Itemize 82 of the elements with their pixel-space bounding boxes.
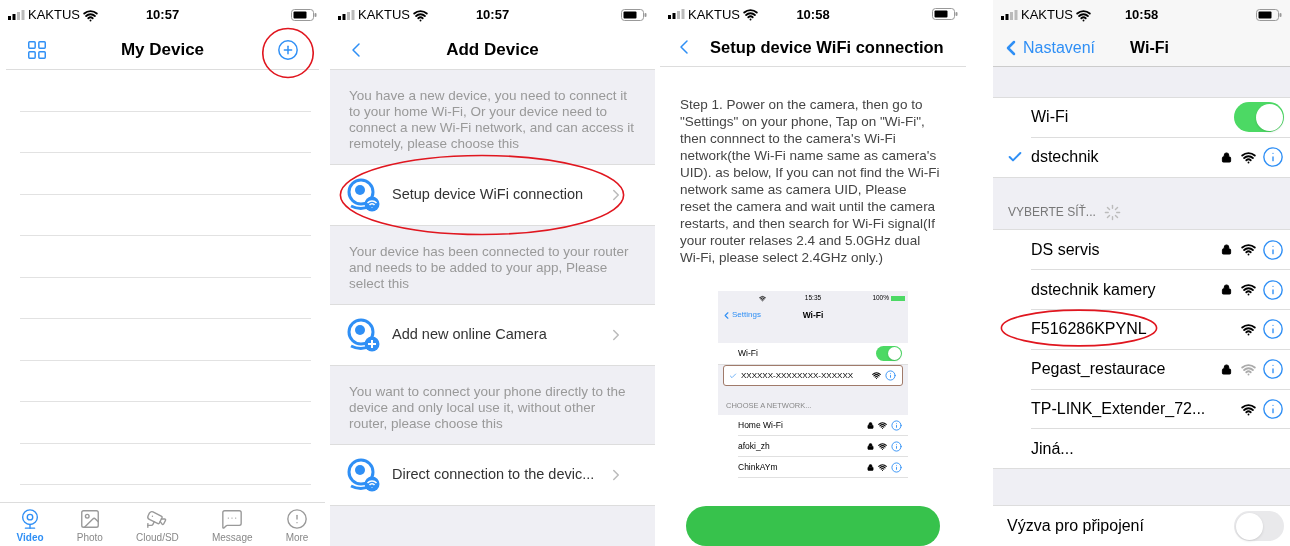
tab-bar-item[interactable]: Cloud/SD xyxy=(136,508,179,545)
network-name[interactable]: F516286KPYNL xyxy=(1031,320,1147,338)
toggle-label: Wi-Fi xyxy=(1031,107,1069,128)
option-row[interactable]: Add new online Camera xyxy=(330,305,655,366)
screen-title: My Device xyxy=(120,38,205,61)
signal-icon xyxy=(8,10,25,20)
info-icon[interactable] xyxy=(891,419,902,431)
signal-icon xyxy=(668,9,685,20)
wifi-icon xyxy=(83,7,98,23)
info-icon[interactable] xyxy=(1262,278,1284,301)
status-time: 10:58 xyxy=(796,5,830,24)
network-name[interactable]: dstechnik xyxy=(1031,145,1099,170)
toggle-switch[interactable] xyxy=(876,346,902,361)
option-row[interactable]: Setup device WiFi connection xyxy=(330,165,655,226)
battery-icon xyxy=(1256,9,1282,21)
loading-spinner-icon xyxy=(1103,204,1121,222)
battery-icon xyxy=(621,9,647,21)
add-button[interactable] xyxy=(277,38,299,61)
tab-icon xyxy=(146,508,169,530)
info-icon[interactable] xyxy=(1262,238,1284,261)
info-icon[interactable] xyxy=(885,370,896,381)
tab-bar-item[interactable]: More xyxy=(285,508,309,545)
tab-icon xyxy=(78,508,101,530)
wifi-icon xyxy=(1076,7,1091,23)
wifi-icon xyxy=(759,294,766,302)
carrier-name: KAKTUS xyxy=(688,5,740,24)
camera-plus-icon xyxy=(346,318,380,352)
screen-title: Wi-Fi xyxy=(802,308,824,322)
tab-icon xyxy=(286,508,309,530)
tab-bar-item[interactable]: Message xyxy=(211,508,253,545)
toggle-switch[interactable] xyxy=(1234,511,1284,542)
network-name: afoki_zh xyxy=(738,439,770,453)
status-time: 10:58 xyxy=(1124,6,1159,25)
info-icon[interactable] xyxy=(1262,398,1284,420)
signal-icon xyxy=(338,10,355,20)
toggle-label: Wi-Fi xyxy=(738,347,758,360)
wifi-icon xyxy=(878,462,887,472)
setting-label: Výzva pro připojení xyxy=(1007,516,1144,537)
option-description: You want to connect your phone directly to the device and only local use it, without other router, please choose this xyxy=(349,384,627,432)
status-time: 10:57 xyxy=(475,6,510,25)
wifi-icon xyxy=(413,7,428,23)
action-button[interactable] xyxy=(686,506,940,546)
carrier-name: KAKTUS xyxy=(1021,6,1073,25)
toggle-switch[interactable] xyxy=(1234,102,1284,133)
info-icon[interactable] xyxy=(1262,318,1284,341)
checkmark-icon xyxy=(729,371,737,380)
battery-icon xyxy=(291,9,317,21)
info-icon[interactable] xyxy=(1262,146,1284,169)
battery-icon xyxy=(932,8,958,21)
other-network[interactable]: Jiná... xyxy=(1031,436,1074,461)
wifi-icon xyxy=(1241,149,1256,165)
grid-view-icon[interactable] xyxy=(26,38,48,61)
status-time: 10:57 xyxy=(145,6,180,25)
wifi-icon xyxy=(878,441,887,451)
network-name[interactable]: dstechnik kamery xyxy=(1031,280,1156,298)
wifi-icon xyxy=(872,371,881,380)
info-icon[interactable] xyxy=(891,440,902,452)
wifi-icon xyxy=(743,6,758,22)
option-description: Your device has been connected to your router and needs to be added to your app, Please select this xyxy=(349,244,630,292)
battery-icon xyxy=(891,295,905,301)
camera-wifi-icon xyxy=(346,458,380,492)
network-name[interactable]: DS servis xyxy=(1031,240,1100,258)
option-description: You have a new device, you need to connect it to your home Wi-Fi, Or your device need to connect a new Wi-Fi network, and can access it remotely, please choose this xyxy=(349,88,636,152)
screen-title: Wi-Fi xyxy=(1130,37,1169,58)
signal-icon xyxy=(1001,10,1018,20)
info-icon[interactable] xyxy=(891,461,902,473)
network-name: XXXXXX-XXXXXXXX-XXXXXX xyxy=(741,369,854,382)
carrier-name: KAKTUS xyxy=(358,6,410,25)
screen-title: Setup device WiFi connection xyxy=(710,36,944,58)
wifi-icon xyxy=(878,420,887,430)
camera-wifi-icon xyxy=(346,178,380,212)
screen-title: Add Device xyxy=(446,38,539,61)
tab-icon xyxy=(221,508,244,530)
section-header: VYBERTE SÍŤ... xyxy=(1008,203,1096,222)
network-name: Home Wi-Fi xyxy=(738,418,783,432)
network-name[interactable]: Pegast_restaurace xyxy=(1031,360,1166,378)
option-row[interactable]: Direct connection to the devic... xyxy=(330,445,655,506)
instruction-text: Step 1. Power on the camera, then go to "Settings" on your phone, Tap on "Wi-Fi", then connnect to the camera's Wi-Fi network(the Wi-Fi name same as camera's UID). as below, If you can not find the Wi-Fi network same as camera UID, Please reset the camera and wait until the camera restarts, and then search for Wi-Fi signal(If your router relases 2.4 and 5.0GHz dual Wi-Fi, please select 2.4GHz only.) xyxy=(679,96,941,266)
network-name: ChinkAYm xyxy=(738,460,778,474)
tab-bar-item[interactable]: Photo xyxy=(76,508,103,545)
carrier-name: KAKTUS xyxy=(28,6,80,25)
info-icon[interactable] xyxy=(1262,358,1284,381)
